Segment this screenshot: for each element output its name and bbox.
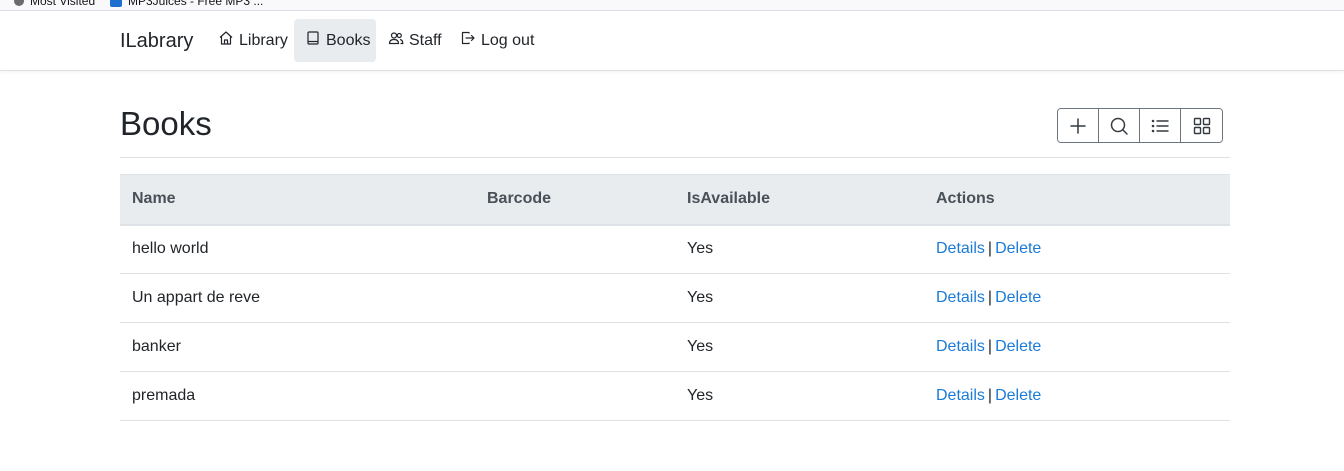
logout-icon — [460, 30, 476, 51]
bookmark-label: Most Visited — [30, 0, 96, 8]
action-separator: | — [987, 240, 993, 258]
cell-barcode — [475, 273, 675, 323]
action-separator: | — [987, 387, 993, 404]
column-header-name: Name — [120, 174, 475, 226]
cell-name: Un appart de reve — [120, 273, 475, 323]
table-row: Un appart de reve Yes Details | Delete — [120, 273, 1230, 323]
cell-actions: Details | Delete — [924, 224, 1230, 274]
details-link[interactable]: Details — [936, 240, 985, 257]
search-button[interactable] — [1099, 109, 1140, 142]
header-divider — [120, 157, 1230, 158]
home-icon — [218, 30, 234, 51]
list-icon — [1151, 119, 1169, 132]
cell-actions: Details | Delete — [924, 322, 1230, 372]
nav-item-label: Books — [326, 31, 371, 49]
nav-item-logout[interactable]: Log out — [452, 19, 542, 62]
add-book-button[interactable] — [1058, 109, 1099, 142]
details-link[interactable]: Details — [936, 338, 985, 355]
books-table: Name Barcode IsAvailable Actions hello w… — [120, 174, 1230, 421]
cell-barcode — [475, 322, 675, 372]
bookmark-mp3juices[interactable]: MP3Juices - Free MP3 ... — [110, 0, 263, 8]
toolbar-button-group — [1057, 108, 1223, 143]
cell-isavailable: Yes — [675, 322, 924, 372]
cell-isavailable: Yes — [675, 273, 924, 323]
grid-view-button[interactable] — [1181, 109, 1222, 142]
top-navbar: ILabrary Library Books Staff Log out — [0, 11, 1344, 71]
gear-icon — [14, 0, 24, 6]
column-header-actions: Actions — [924, 174, 1230, 226]
delete-link[interactable]: Delete — [995, 240, 1041, 257]
search-icon — [1110, 117, 1128, 135]
action-separator: | — [987, 338, 993, 355]
nav-item-staff[interactable]: Staff — [380, 19, 450, 62]
action-separator: | — [987, 289, 993, 306]
nav-item-library[interactable]: Library — [210, 19, 296, 62]
delete-link[interactable]: Delete — [995, 289, 1041, 306]
cell-isavailable: Yes — [675, 371, 924, 421]
delete-link[interactable]: Delete — [995, 387, 1041, 404]
cell-barcode — [475, 371, 675, 421]
list-view-button[interactable] — [1140, 109, 1181, 142]
grid-icon — [1193, 117, 1210, 134]
column-header-barcode: Barcode — [475, 174, 675, 226]
bookmark-most-visited[interactable]: Most Visited — [14, 0, 95, 8]
nav-item-label: Library — [239, 31, 288, 49]
cell-actions: Details | Delete — [924, 371, 1230, 421]
cell-actions: Details | Delete — [924, 273, 1230, 323]
table-row: banker Yes Details | Delete — [120, 322, 1230, 372]
brand-link[interactable]: ILabrary — [120, 29, 193, 53]
page-title: Books — [120, 105, 212, 142]
bookmarks-toolbar: Most Visited MP3Juices - Free MP3 ... — [0, 0, 1344, 11]
table-row: hello world Yes Details | Delete — [120, 224, 1230, 274]
cell-name: hello world — [120, 224, 475, 274]
books-table-wrapper: Name Barcode IsAvailable Actions hello w… — [120, 174, 1230, 421]
nav-item-label: Staff — [409, 31, 442, 49]
cell-barcode — [475, 224, 675, 274]
delete-link[interactable]: Delete — [995, 338, 1041, 355]
people-icon — [388, 30, 404, 51]
details-link[interactable]: Details — [936, 387, 985, 404]
site-favicon-icon — [110, 0, 122, 7]
bookmark-label: MP3Juices - Free MP3 ... — [128, 0, 264, 8]
table-row: premada Yes Details | Delete — [120, 371, 1230, 421]
cell-name: banker — [120, 322, 475, 372]
cell-isavailable: Yes — [675, 224, 924, 274]
book-icon — [305, 30, 321, 51]
table-header-row: Name Barcode IsAvailable Actions — [120, 174, 1230, 226]
nav-item-label: Log out — [481, 31, 535, 49]
plus-icon — [1070, 117, 1086, 134]
column-header-isavailable: IsAvailable — [675, 174, 924, 226]
cell-name: premada — [120, 371, 475, 421]
details-link[interactable]: Details — [936, 289, 985, 306]
nav-item-books[interactable]: Books — [294, 19, 376, 62]
